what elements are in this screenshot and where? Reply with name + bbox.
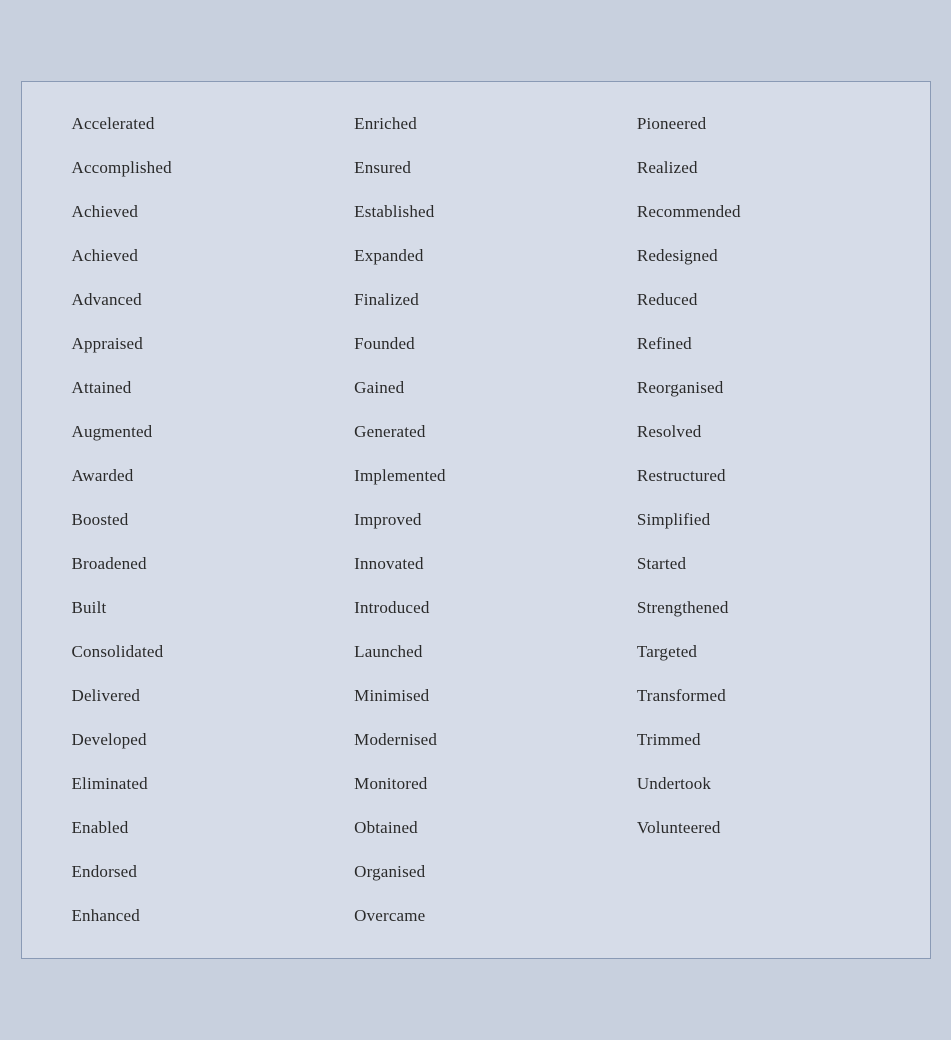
list-item: Established: [334, 190, 617, 234]
list-item: Launched: [334, 630, 617, 674]
list-item: [617, 894, 900, 938]
list-item: Refined: [617, 322, 900, 366]
list-item: Finalized: [334, 278, 617, 322]
list-item: Redesigned: [617, 234, 900, 278]
list-item: Appraised: [52, 322, 335, 366]
list-item: Overcame: [334, 894, 617, 938]
list-item: Developed: [52, 718, 335, 762]
list-item: Trimmed: [617, 718, 900, 762]
list-item: Monitored: [334, 762, 617, 806]
list-item: Started: [617, 542, 900, 586]
list-item: Enriched: [334, 102, 617, 146]
list-item: Founded: [334, 322, 617, 366]
word-grid: AcceleratedEnrichedPioneered Accomplished…: [52, 102, 900, 938]
list-item: Generated: [334, 410, 617, 454]
list-item: Advanced: [52, 278, 335, 322]
list-item: Endorsed: [52, 850, 335, 894]
list-item: Transformed: [617, 674, 900, 718]
list-item: Built: [52, 586, 335, 630]
list-item: Accelerated: [52, 102, 335, 146]
list-item: Undertook: [617, 762, 900, 806]
list-item: Innovated: [334, 542, 617, 586]
list-item: Attained: [52, 366, 335, 410]
list-item: Gained: [334, 366, 617, 410]
list-item: Simplified: [617, 498, 900, 542]
list-item: Achieved: [52, 234, 335, 278]
list-item: Awarded: [52, 454, 335, 498]
list-item: Resolved: [617, 410, 900, 454]
list-item: Accomplished: [52, 146, 335, 190]
main-container: AcceleratedEnrichedPioneered Accomplished…: [21, 81, 931, 959]
list-item: Implemented: [334, 454, 617, 498]
list-item: Introduced: [334, 586, 617, 630]
list-item: Pioneered: [617, 102, 900, 146]
list-item: Improved: [334, 498, 617, 542]
list-item: Delivered: [52, 674, 335, 718]
list-item: Volunteered: [617, 806, 900, 850]
list-item: Modernised: [334, 718, 617, 762]
list-item: Enhanced: [52, 894, 335, 938]
list-item: Broadened: [52, 542, 335, 586]
list-item: Reduced: [617, 278, 900, 322]
list-item: Reorganised: [617, 366, 900, 410]
list-item: Eliminated: [52, 762, 335, 806]
list-item: [617, 850, 900, 894]
list-item: Obtained: [334, 806, 617, 850]
list-item: Consolidated: [52, 630, 335, 674]
list-item: Enabled: [52, 806, 335, 850]
list-item: Ensured: [334, 146, 617, 190]
list-item: Minimised: [334, 674, 617, 718]
list-item: Boosted: [52, 498, 335, 542]
list-item: Augmented: [52, 410, 335, 454]
list-item: Restructured: [617, 454, 900, 498]
list-item: Expanded: [334, 234, 617, 278]
list-item: Organised: [334, 850, 617, 894]
list-item: Achieved: [52, 190, 335, 234]
list-item: Strengthened: [617, 586, 900, 630]
list-item: Recommended: [617, 190, 900, 234]
list-item: Targeted: [617, 630, 900, 674]
list-item: Realized: [617, 146, 900, 190]
